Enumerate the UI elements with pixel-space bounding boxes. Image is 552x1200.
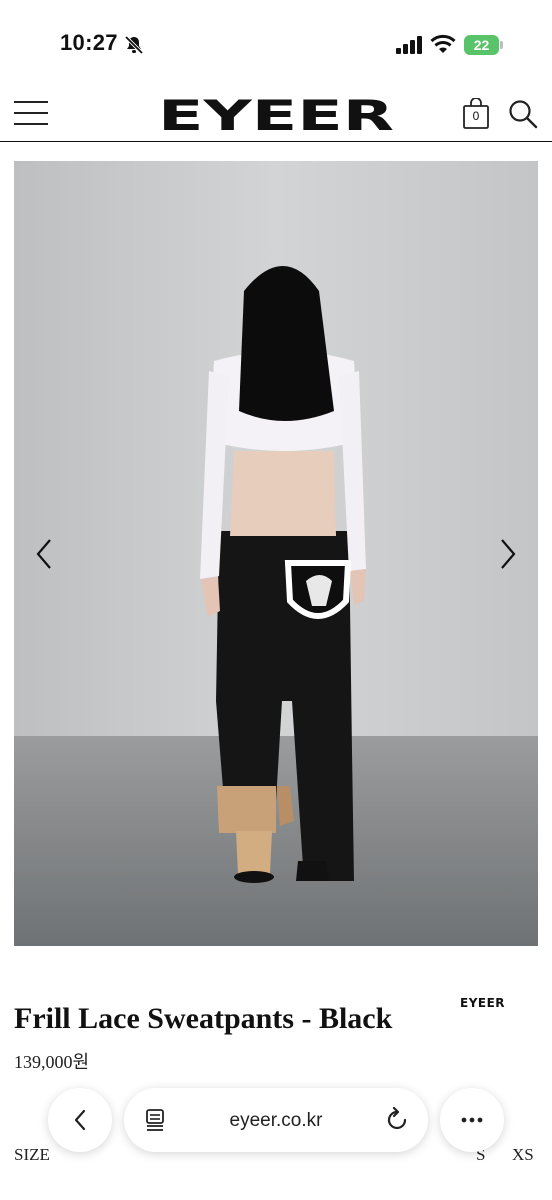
chevron-right-icon[interactable] bbox=[492, 536, 522, 572]
back-button[interactable] bbox=[48, 1088, 112, 1152]
more-button[interactable] bbox=[440, 1088, 504, 1152]
bell-slash-icon bbox=[124, 35, 144, 55]
chevron-left-icon[interactable] bbox=[30, 536, 60, 572]
site-logo[interactable]: EYEER bbox=[156, 91, 396, 140]
battery-level: 22 bbox=[464, 35, 499, 55]
product-title: Frill Lace Sweatpants - Black bbox=[14, 1002, 393, 1035]
url-text[interactable]: eyeer.co.kr bbox=[184, 1110, 368, 1132]
tabs-icon[interactable] bbox=[144, 1108, 168, 1132]
status-bar: 10:27 22 bbox=[0, 0, 552, 88]
brand-mark: EYEER bbox=[460, 996, 506, 1010]
product-image-carousel[interactable] bbox=[14, 161, 538, 946]
status-time: 10:27 bbox=[60, 30, 118, 55]
reload-icon[interactable] bbox=[384, 1107, 410, 1133]
site-header: EYEER 0 bbox=[0, 88, 552, 142]
product-photo bbox=[14, 161, 538, 946]
menu-icon[interactable] bbox=[14, 100, 50, 128]
search-icon[interactable] bbox=[508, 99, 538, 129]
more-icon bbox=[461, 1117, 483, 1123]
cart-button[interactable]: 0 bbox=[462, 98, 490, 130]
browser-toolbar: eyeer.co.kr bbox=[0, 1086, 552, 1158]
battery-indicator: 22 bbox=[464, 35, 503, 55]
wifi-icon bbox=[430, 34, 456, 53]
cart-count: 0 bbox=[472, 109, 480, 123]
logo-text: EYEER bbox=[158, 94, 394, 136]
signal-icon bbox=[396, 36, 422, 54]
chevron-left-icon bbox=[74, 1109, 86, 1131]
address-bar[interactable]: eyeer.co.kr bbox=[124, 1088, 428, 1152]
battery-tip bbox=[500, 41, 503, 49]
product-price: 139,000원 bbox=[14, 1052, 90, 1072]
